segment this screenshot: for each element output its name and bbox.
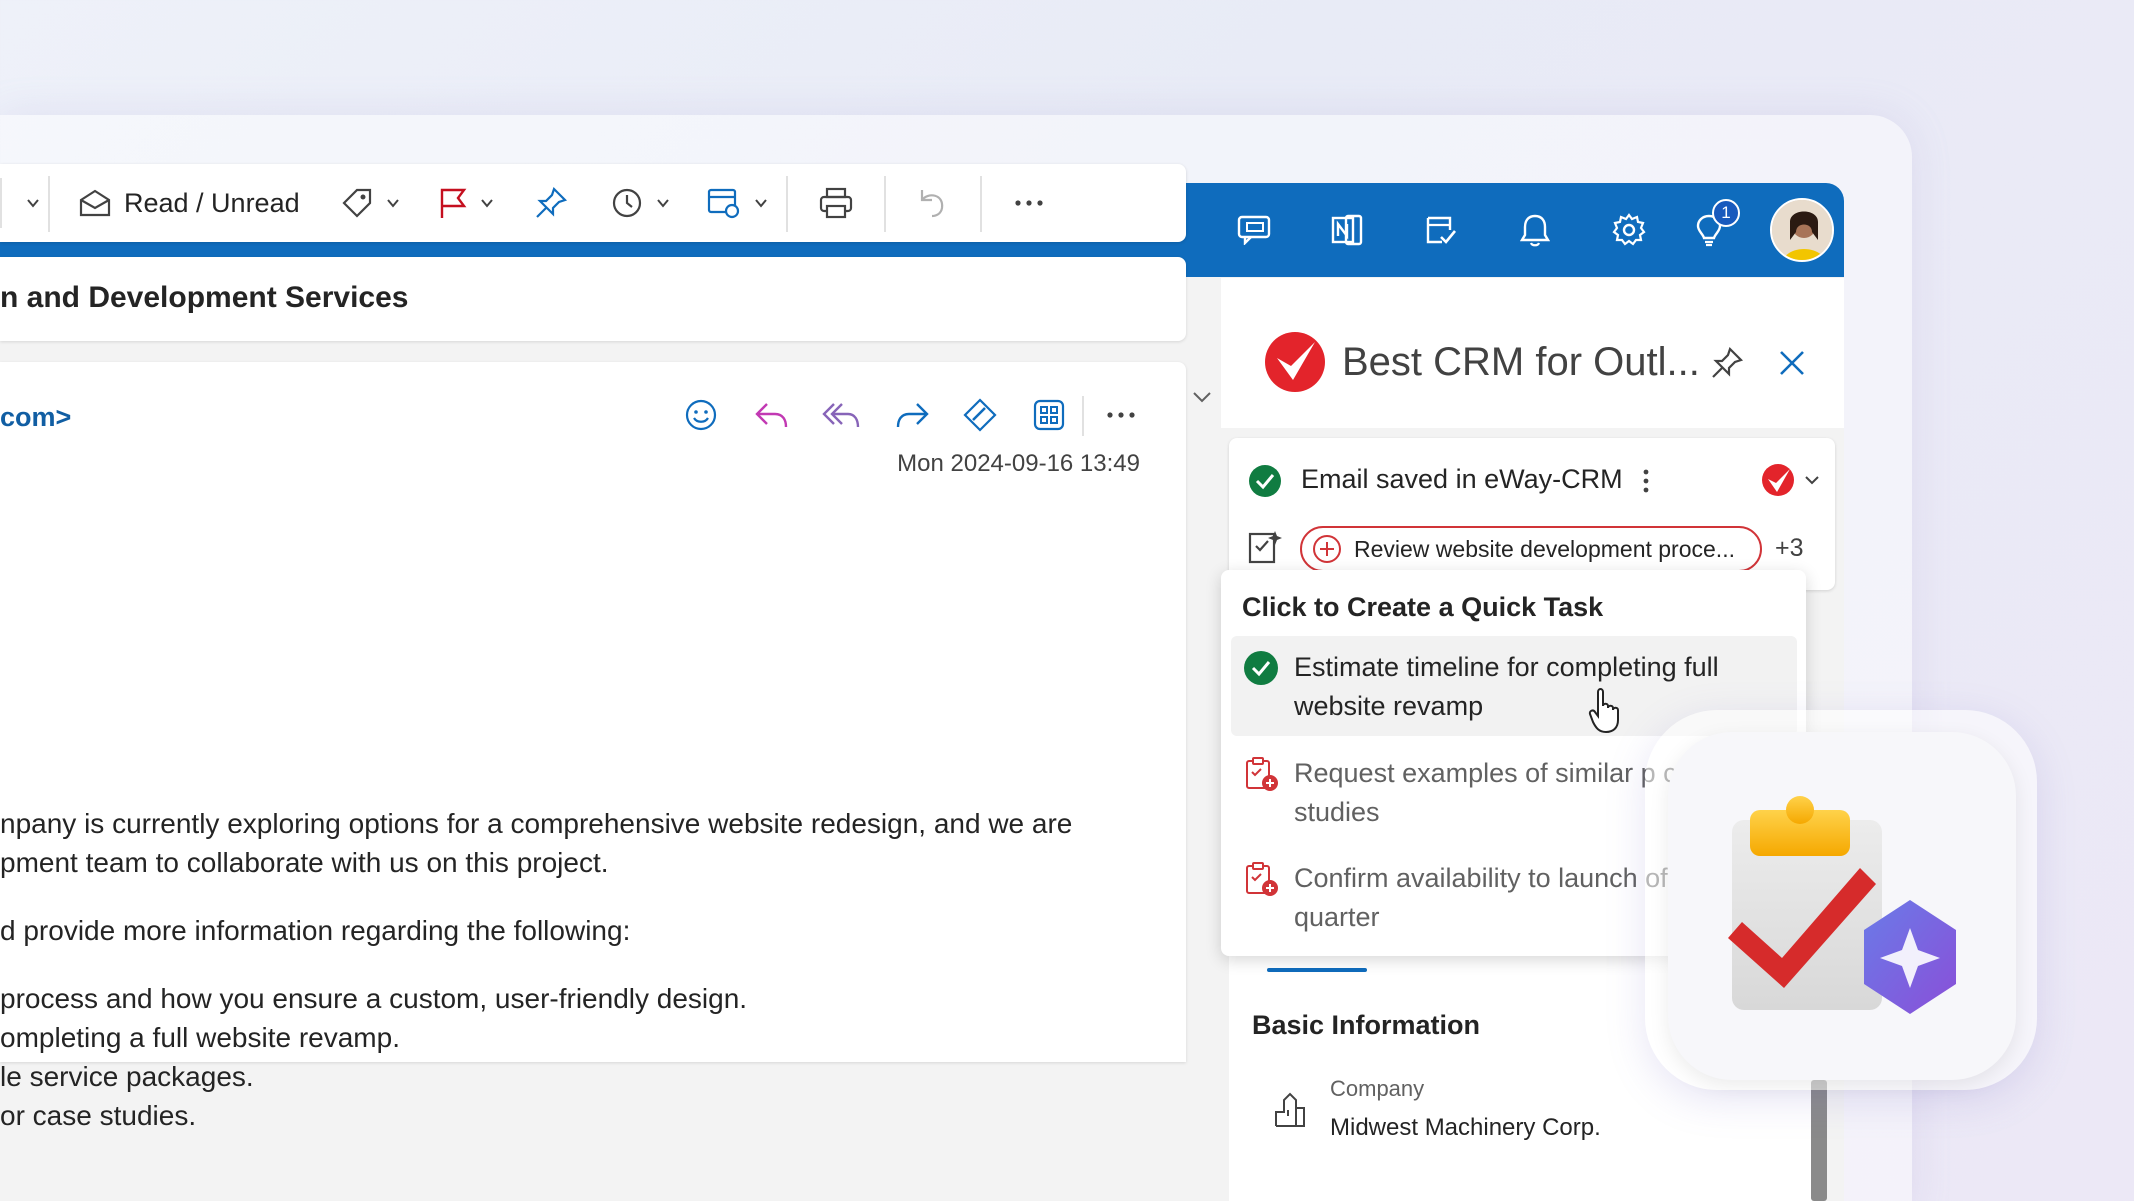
body-line: process and how you ensure a custom, use… (0, 983, 748, 1014)
reply-icon[interactable] (746, 390, 796, 440)
undo-icon (920, 190, 944, 218)
add-circle-icon (1313, 535, 1341, 563)
company-label: Company (1330, 1076, 1425, 1101)
avatar[interactable] (1770, 198, 1834, 262)
building-icon (1275, 1092, 1305, 1127)
message-date: Mon 2024-09-16 13:49 (897, 450, 1140, 477)
printer-icon (819, 187, 853, 219)
ribbon-dropdown-button[interactable] (0, 178, 40, 228)
addin-title: Best CRM for Outl... (1342, 340, 1700, 384)
check-circle-icon (1244, 651, 1278, 685)
dropdown-title: Click to Create a Quick Task (1242, 592, 1604, 622)
check-circle-icon (1249, 465, 1281, 497)
status-more-icon[interactable] (1641, 468, 1651, 494)
apps-icon[interactable] (1024, 390, 1074, 440)
undo-button[interactable] (914, 178, 948, 228)
task-pill-text: Review website development proce... (1354, 535, 1735, 562)
feature-badge (1668, 732, 2016, 1080)
clock-icon (612, 188, 642, 218)
company-value: Midwest Machinery Corp. (1330, 1114, 1601, 1141)
snooze-button[interactable] (610, 178, 670, 228)
collapse-ribbon-icon[interactable] (1192, 390, 1212, 404)
body-line: le service packages. (0, 1061, 254, 1092)
notification-badge: 1 (1712, 199, 1740, 227)
envelope-open-icon (79, 189, 111, 217)
chat-icon[interactable] (1229, 205, 1279, 255)
pin-button[interactable] (534, 178, 568, 228)
hand-cursor-icon (1588, 688, 1619, 734)
onenote-icon[interactable] (1322, 205, 1372, 255)
subject-bar: n and Development Services (0, 257, 1186, 341)
print-button[interactable] (818, 178, 854, 228)
close-icon[interactable] (1777, 348, 1807, 378)
section-title: Basic Information (1252, 1010, 1481, 1040)
active-tab-indicator (1267, 968, 1367, 972)
crm-link-icon[interactable] (955, 390, 1005, 440)
eway-status-icon[interactable] (1760, 462, 1796, 498)
eway-logo-icon (1265, 332, 1325, 392)
body-line: d provide more information regarding the… (0, 915, 631, 946)
read-unread-label: Read / Unread (124, 187, 300, 218)
body-line: npany is currently exploring options for… (0, 808, 1073, 839)
chevron-down-icon (481, 199, 493, 208)
saved-status: Email saved in eWay-CRM (1301, 464, 1623, 494)
flag-icon (440, 188, 467, 218)
read-unread-button[interactable]: Read / Unread (78, 178, 300, 228)
quick-task-icon[interactable] (1247, 528, 1283, 566)
todo-icon[interactable] (1416, 205, 1466, 255)
addin-header: Best CRM for Outl... (1221, 278, 1844, 428)
gear-icon[interactable] (1604, 205, 1654, 255)
reply-all-icon[interactable] (816, 390, 866, 440)
sender-address[interactable]: com> (0, 402, 71, 433)
add-task-icon (1246, 757, 1278, 791)
ribbon-toolbar: Read / Unread (0, 164, 1186, 242)
rules-icon (707, 188, 740, 219)
flag-button[interactable] (438, 178, 494, 228)
email-subject: n and Development Services (0, 281, 409, 314)
add-task-icon (1246, 862, 1278, 896)
body-line: pment team to collaborate with us on thi… (0, 847, 609, 878)
ai-task-icon (1728, 796, 1956, 1014)
more-options-button[interactable] (1012, 178, 1046, 228)
save-status-card: Email saved in eWay-CRM Review website d… (1229, 438, 1835, 590)
pin-icon (536, 186, 568, 218)
pin-pane-icon[interactable] (1710, 346, 1744, 380)
chevron-down-icon (387, 199, 399, 208)
chevron-down-icon (27, 199, 39, 208)
more-tasks-count[interactable]: +3 (1775, 534, 1804, 563)
chevron-down-icon (657, 199, 669, 208)
body-line: ompleting a full website revamp. (0, 1022, 400, 1053)
chevron-down-icon (755, 199, 767, 208)
more-icon (1015, 200, 1043, 206)
message-body: com> Mon 2024-09-16 13:49 npany is curre… (0, 362, 1186, 1131)
tag-button[interactable] (340, 178, 400, 228)
message-more-icon[interactable] (1096, 390, 1146, 440)
tag-icon (342, 188, 372, 218)
task-suggestion-pill[interactable]: Review website development proce... (1300, 526, 1762, 572)
pane-scrollbar[interactable] (1811, 1080, 1827, 1201)
bell-icon[interactable] (1510, 205, 1560, 255)
chevron-down-icon[interactable] (1804, 474, 1820, 486)
emoji-icon[interactable] (676, 390, 726, 440)
forward-icon[interactable] (888, 390, 938, 440)
rules-button[interactable] (706, 178, 768, 228)
body-line: or case studies. (0, 1100, 197, 1131)
